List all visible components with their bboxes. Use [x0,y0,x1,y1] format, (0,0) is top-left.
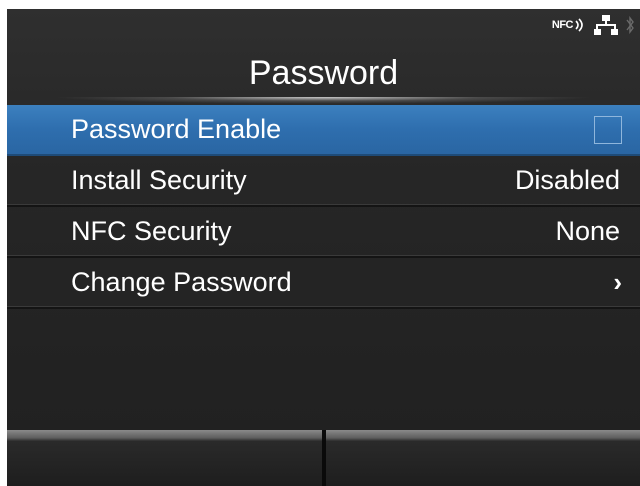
menu-item-password-enable[interactable]: Password Enable [7,105,640,156]
menu-item-label: Change Password [71,267,292,297]
soft-key-bar [7,430,640,486]
menu-item-label: NFC Security [71,216,232,246]
nfc-icon: NFC [552,18,586,32]
soft-key-right[interactable] [325,430,640,486]
menu-item-nfc-security[interactable]: NFC Security None [7,207,640,258]
bluetooth-icon [626,15,634,35]
page-title: Password [248,54,399,92]
printer-screen: NFC Password Password Enable Install Sec… [7,9,640,486]
menu-item-change-password[interactable]: Change Password › [7,258,640,309]
password-enable-checkbox[interactable] [594,115,622,144]
menu-item-label: Password Enable [71,114,282,144]
nfc-label: NFC [551,19,574,31]
menu-item-value: Disabled [514,165,620,195]
title-underline [7,97,640,105]
menu-item-label: Install Security [71,165,247,195]
menu-list: Password Enable Install Security Disable… [7,105,640,309]
status-icons: NFC [552,15,634,35]
menu-item-value: None [555,216,620,246]
network-icon [594,15,618,35]
menu-item-install-security[interactable]: Install Security Disabled [7,156,640,207]
soft-key-left[interactable] [7,430,322,486]
chevron-right-icon: › [613,267,622,297]
